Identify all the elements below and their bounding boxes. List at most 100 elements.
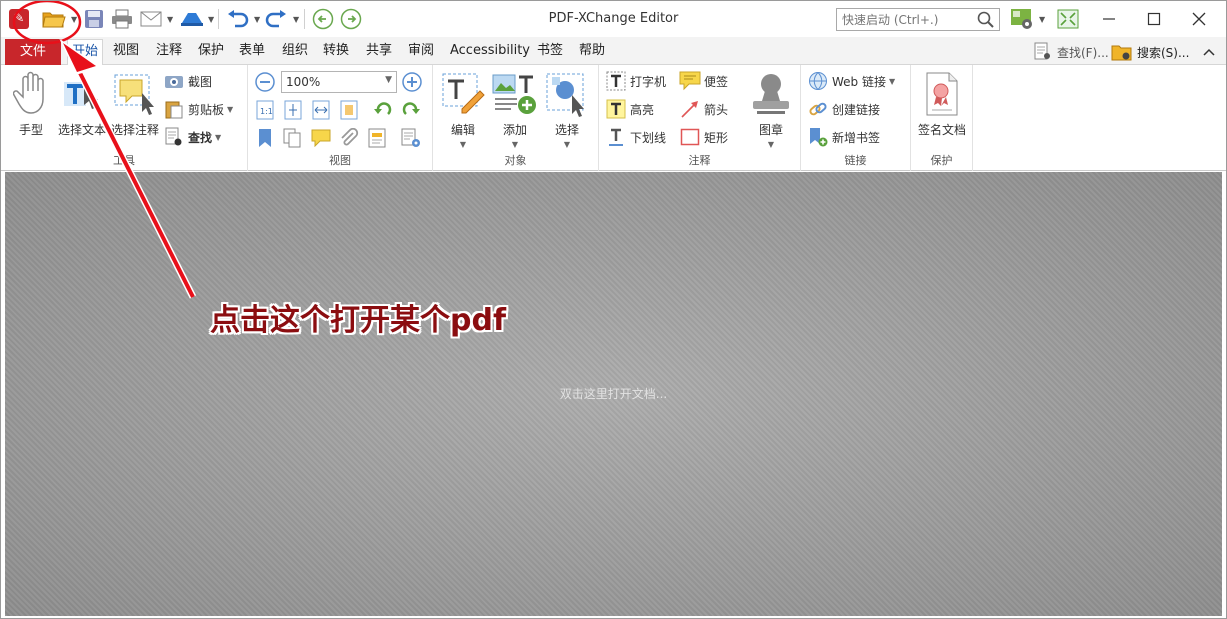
hand-tool-button[interactable]: 手型 (5, 69, 57, 138)
minimize-button[interactable] (1087, 5, 1131, 33)
add-dropdown-chevron-icon[interactable]: ▼ (489, 140, 541, 149)
email-dropdown-chevron-icon[interactable]: ▼ (167, 15, 173, 24)
edit-content-button[interactable]: 编辑 ▼ (437, 69, 489, 149)
fit-page-button[interactable] (282, 99, 304, 121)
rotate-left-button[interactable] (372, 99, 394, 121)
tab-home[interactable]: 开始 (67, 39, 104, 66)
tab-comment[interactable]: 注释 (152, 39, 186, 65)
undo-dropdown-chevron-icon[interactable]: ▼ (254, 15, 260, 24)
web-links-dropdown-chevron-icon[interactable]: ▼ (889, 77, 895, 86)
find-button[interactable]: 查找(F)... (1033, 41, 1109, 63)
undo-button[interactable] (225, 7, 251, 31)
arrow-icon (681, 101, 698, 118)
toolbar-divider (218, 9, 219, 29)
zoom-in-button[interactable] (401, 71, 423, 93)
quick-launch-input[interactable] (837, 9, 973, 30)
stamp-icon (753, 74, 789, 114)
quick-launch-search[interactable] (836, 8, 1000, 31)
tab-protect[interactable]: 保护 (194, 39, 228, 65)
rotate-right-button[interactable] (400, 99, 422, 121)
attachments-pane-button[interactable] (338, 127, 360, 149)
scan-dropdown-chevron-icon[interactable]: ▼ (208, 15, 214, 24)
find-tool-button[interactable]: 查找 ▼ (163, 126, 221, 148)
fit-visible-icon (340, 100, 358, 120)
ribbon-group-protect: 签名文档 保护 (911, 65, 973, 171)
find-dropdown-chevron-icon[interactable]: ▼ (215, 133, 221, 142)
open-document-hint[interactable]: 双击这里打开文档... (5, 385, 1222, 402)
camera-icon (165, 76, 183, 88)
edit-dropdown-chevron-icon[interactable]: ▼ (437, 140, 489, 149)
zoom-level-input[interactable] (282, 72, 376, 92)
stamp-dropdown-chevron-icon[interactable]: ▼ (745, 140, 797, 149)
clipboard-button[interactable]: 剪贴板 ▼ (163, 98, 233, 120)
highlight-button[interactable]: 高亮 (605, 98, 654, 120)
stamp-button[interactable]: 图章 ▼ (745, 69, 797, 149)
ribbon-tab-bar: 文件 开始 视图 注释 保护 表单 组织 转换 共享 审阅 Accessibil… (1, 37, 1226, 66)
rectangle-button[interactable]: 矩形 (679, 126, 728, 148)
app-logo-icon[interactable]: ✎ (9, 9, 29, 29)
actual-size-button[interactable]: 1:1 (254, 99, 276, 121)
underline-button[interactable]: 下划线 (605, 126, 666, 148)
close-button[interactable] (1177, 5, 1221, 33)
highlight-icon (606, 99, 626, 119)
select-comments-button[interactable]: 选择注释 (109, 69, 161, 138)
tab-accessibility[interactable]: Accessibility (446, 39, 534, 65)
tab-convert[interactable]: 转换 (319, 39, 353, 65)
hand-tool-label: 手型 (18, 123, 43, 137)
email-button[interactable] (138, 7, 164, 31)
previous-view-button[interactable] (311, 7, 335, 31)
tab-help[interactable]: 帮助 (575, 39, 609, 65)
create-link-button[interactable]: 创建链接 (807, 98, 880, 120)
add-content-button[interactable]: 添加 ▼ (489, 69, 541, 149)
fullscreen-icon (1057, 9, 1079, 29)
paperclip-icon (341, 128, 359, 146)
search-button[interactable]: 搜索(S)... (1111, 41, 1189, 63)
tab-organize[interactable]: 组织 (278, 39, 312, 65)
snapshot-button[interactable]: 截图 (163, 70, 212, 92)
ui-options-button[interactable] (1007, 7, 1037, 31)
tab-bookmarks[interactable]: 书签 (533, 39, 567, 65)
view-settings-button[interactable] (400, 127, 422, 149)
comments-pane-button[interactable] (310, 127, 332, 149)
thumbnails-pane-button[interactable] (282, 127, 304, 149)
select-objects-button[interactable]: 选择 ▼ (541, 69, 593, 149)
comment-icon (311, 129, 331, 147)
add-bookmark-button[interactable]: 新增书签 (807, 126, 880, 148)
sign-document-button[interactable]: 签名文档 (916, 69, 968, 138)
maximize-button[interactable] (1132, 5, 1176, 33)
clipboard-dropdown-chevron-icon[interactable]: ▼ (227, 105, 233, 114)
tab-file[interactable]: 文件 (5, 39, 61, 65)
web-links-button[interactable]: Web 链接 ▼ (807, 70, 895, 92)
fit-width-button[interactable] (310, 99, 332, 121)
tab-review[interactable]: 审阅 (404, 39, 438, 65)
bookmarks-pane-button[interactable] (254, 127, 276, 149)
open-file-button[interactable] (41, 7, 67, 31)
group-label-protect: 保护 (930, 154, 953, 167)
collapse-ribbon-button[interactable] (1203, 41, 1215, 63)
print-button[interactable] (109, 7, 135, 31)
scan-button[interactable] (178, 7, 206, 31)
full-screen-button[interactable] (1056, 7, 1080, 31)
search-icon[interactable] (977, 11, 995, 29)
select-text-button[interactable]: 选择文本 (56, 69, 108, 138)
select-dropdown-chevron-icon[interactable]: ▼ (541, 140, 593, 149)
tab-view[interactable]: 视图 (109, 39, 143, 65)
zoom-level-select[interactable]: ▼ (281, 71, 397, 93)
document-area[interactable]: 双击这里打开文档... (5, 172, 1222, 616)
next-view-button[interactable] (339, 7, 363, 31)
arrow-button[interactable]: 箭头 (679, 98, 728, 120)
fit-visible-button[interactable] (338, 99, 360, 121)
zoom-dropdown-chevron-icon[interactable]: ▼ (385, 75, 392, 85)
zoom-out-button[interactable] (254, 71, 276, 93)
sticky-note-button[interactable]: 便签 (679, 70, 728, 92)
save-button[interactable] (82, 7, 106, 31)
redo-button[interactable] (263, 7, 289, 31)
open-dropdown-chevron-icon[interactable]: ▼ (71, 15, 77, 24)
content-pane-button[interactable] (366, 127, 388, 149)
ui-options-dropdown-chevron-icon[interactable]: ▼ (1039, 15, 1045, 24)
select-objects-icon (546, 73, 584, 117)
redo-dropdown-chevron-icon[interactable]: ▼ (293, 15, 299, 24)
tab-share[interactable]: 共享 (362, 39, 396, 65)
typewriter-button[interactable]: 打字机 (605, 70, 666, 92)
tab-form[interactable]: 表单 (235, 39, 269, 65)
